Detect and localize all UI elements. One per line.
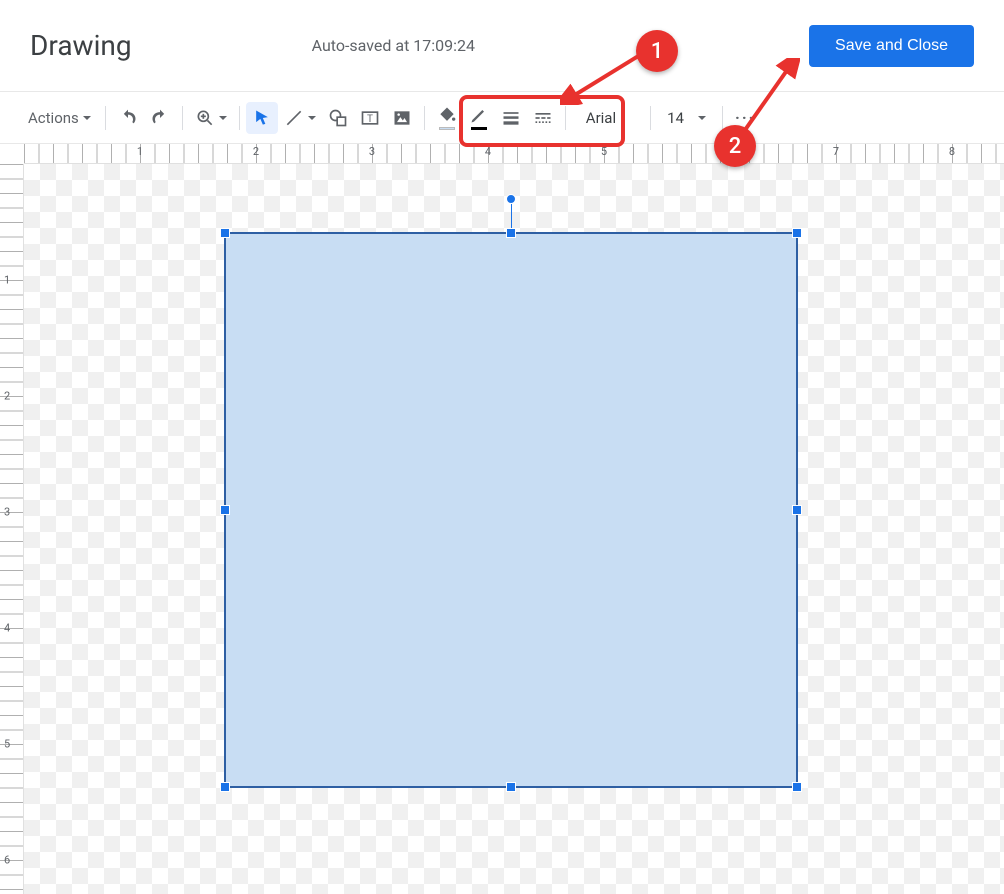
line-weight-icon <box>501 108 521 128</box>
line-icon <box>284 108 304 128</box>
resize-handle-s[interactable] <box>506 782 516 792</box>
line-tool[interactable] <box>278 102 322 134</box>
resize-handle-nw[interactable] <box>220 228 230 238</box>
vertical-ruler: 1 2 3 4 5 6 <box>0 164 24 894</box>
fill-icon <box>437 105 457 125</box>
drawing-canvas[interactable] <box>24 164 1004 894</box>
fill-color-button[interactable] <box>431 102 463 134</box>
actions-label: Actions <box>28 109 79 127</box>
canvas-area: 1 2 3 4 5 6 <box>0 164 1004 894</box>
font-size-selector[interactable]: 14 <box>657 109 716 127</box>
textbox-tool[interactable]: T <box>354 102 386 134</box>
border-dash-button[interactable] <box>527 102 559 134</box>
redo-icon <box>150 108 170 128</box>
selected-rectangle-shape[interactable] <box>224 232 798 788</box>
redo-button[interactable] <box>144 102 176 134</box>
image-icon <box>392 108 412 128</box>
rotation-handle[interactable] <box>506 194 516 204</box>
actions-menu[interactable]: Actions <box>20 109 99 127</box>
textbox-icon: T <box>360 108 380 128</box>
font-family-selector[interactable]: Arial <box>572 109 644 127</box>
ellipsis-icon: ··· <box>735 108 755 127</box>
shape-icon <box>328 108 348 128</box>
caret-down-icon <box>308 116 316 120</box>
zoom-icon <box>195 108 215 128</box>
resize-handle-e[interactable] <box>792 505 802 515</box>
horizontal-ruler: 1 2 3 4 5 6 7 8 <box>24 144 1004 164</box>
undo-button[interactable] <box>112 102 144 134</box>
caret-down-icon <box>698 116 706 120</box>
undo-icon <box>118 108 138 128</box>
shape-tool[interactable] <box>322 102 354 134</box>
autosave-status: Auto-saved at 17:09:24 <box>312 36 475 55</box>
caret-down-icon <box>83 116 91 120</box>
zoom-button[interactable] <box>189 102 233 134</box>
svg-text:T: T <box>367 114 373 125</box>
pencil-icon <box>469 105 489 125</box>
resize-handle-se[interactable] <box>792 782 802 792</box>
image-tool[interactable] <box>386 102 418 134</box>
resize-handle-w[interactable] <box>220 505 230 515</box>
line-dash-icon <box>533 108 553 128</box>
resize-handle-sw[interactable] <box>220 782 230 792</box>
dialog-header: Drawing Auto-saved at 17:09:24 Save and … <box>0 0 1004 92</box>
resize-handle-ne[interactable] <box>792 228 802 238</box>
cursor-icon <box>252 108 272 128</box>
toolbar: Actions T Arial <box>0 92 1004 144</box>
more-options-button[interactable]: ··· <box>729 102 761 134</box>
save-and-close-button[interactable]: Save and Close <box>809 25 974 67</box>
resize-handle-n[interactable] <box>506 228 516 238</box>
caret-down-icon <box>219 116 227 120</box>
dialog-title: Drawing <box>30 29 132 62</box>
border-color-button[interactable] <box>463 102 495 134</box>
border-weight-button[interactable] <box>495 102 527 134</box>
select-tool[interactable] <box>246 102 278 134</box>
